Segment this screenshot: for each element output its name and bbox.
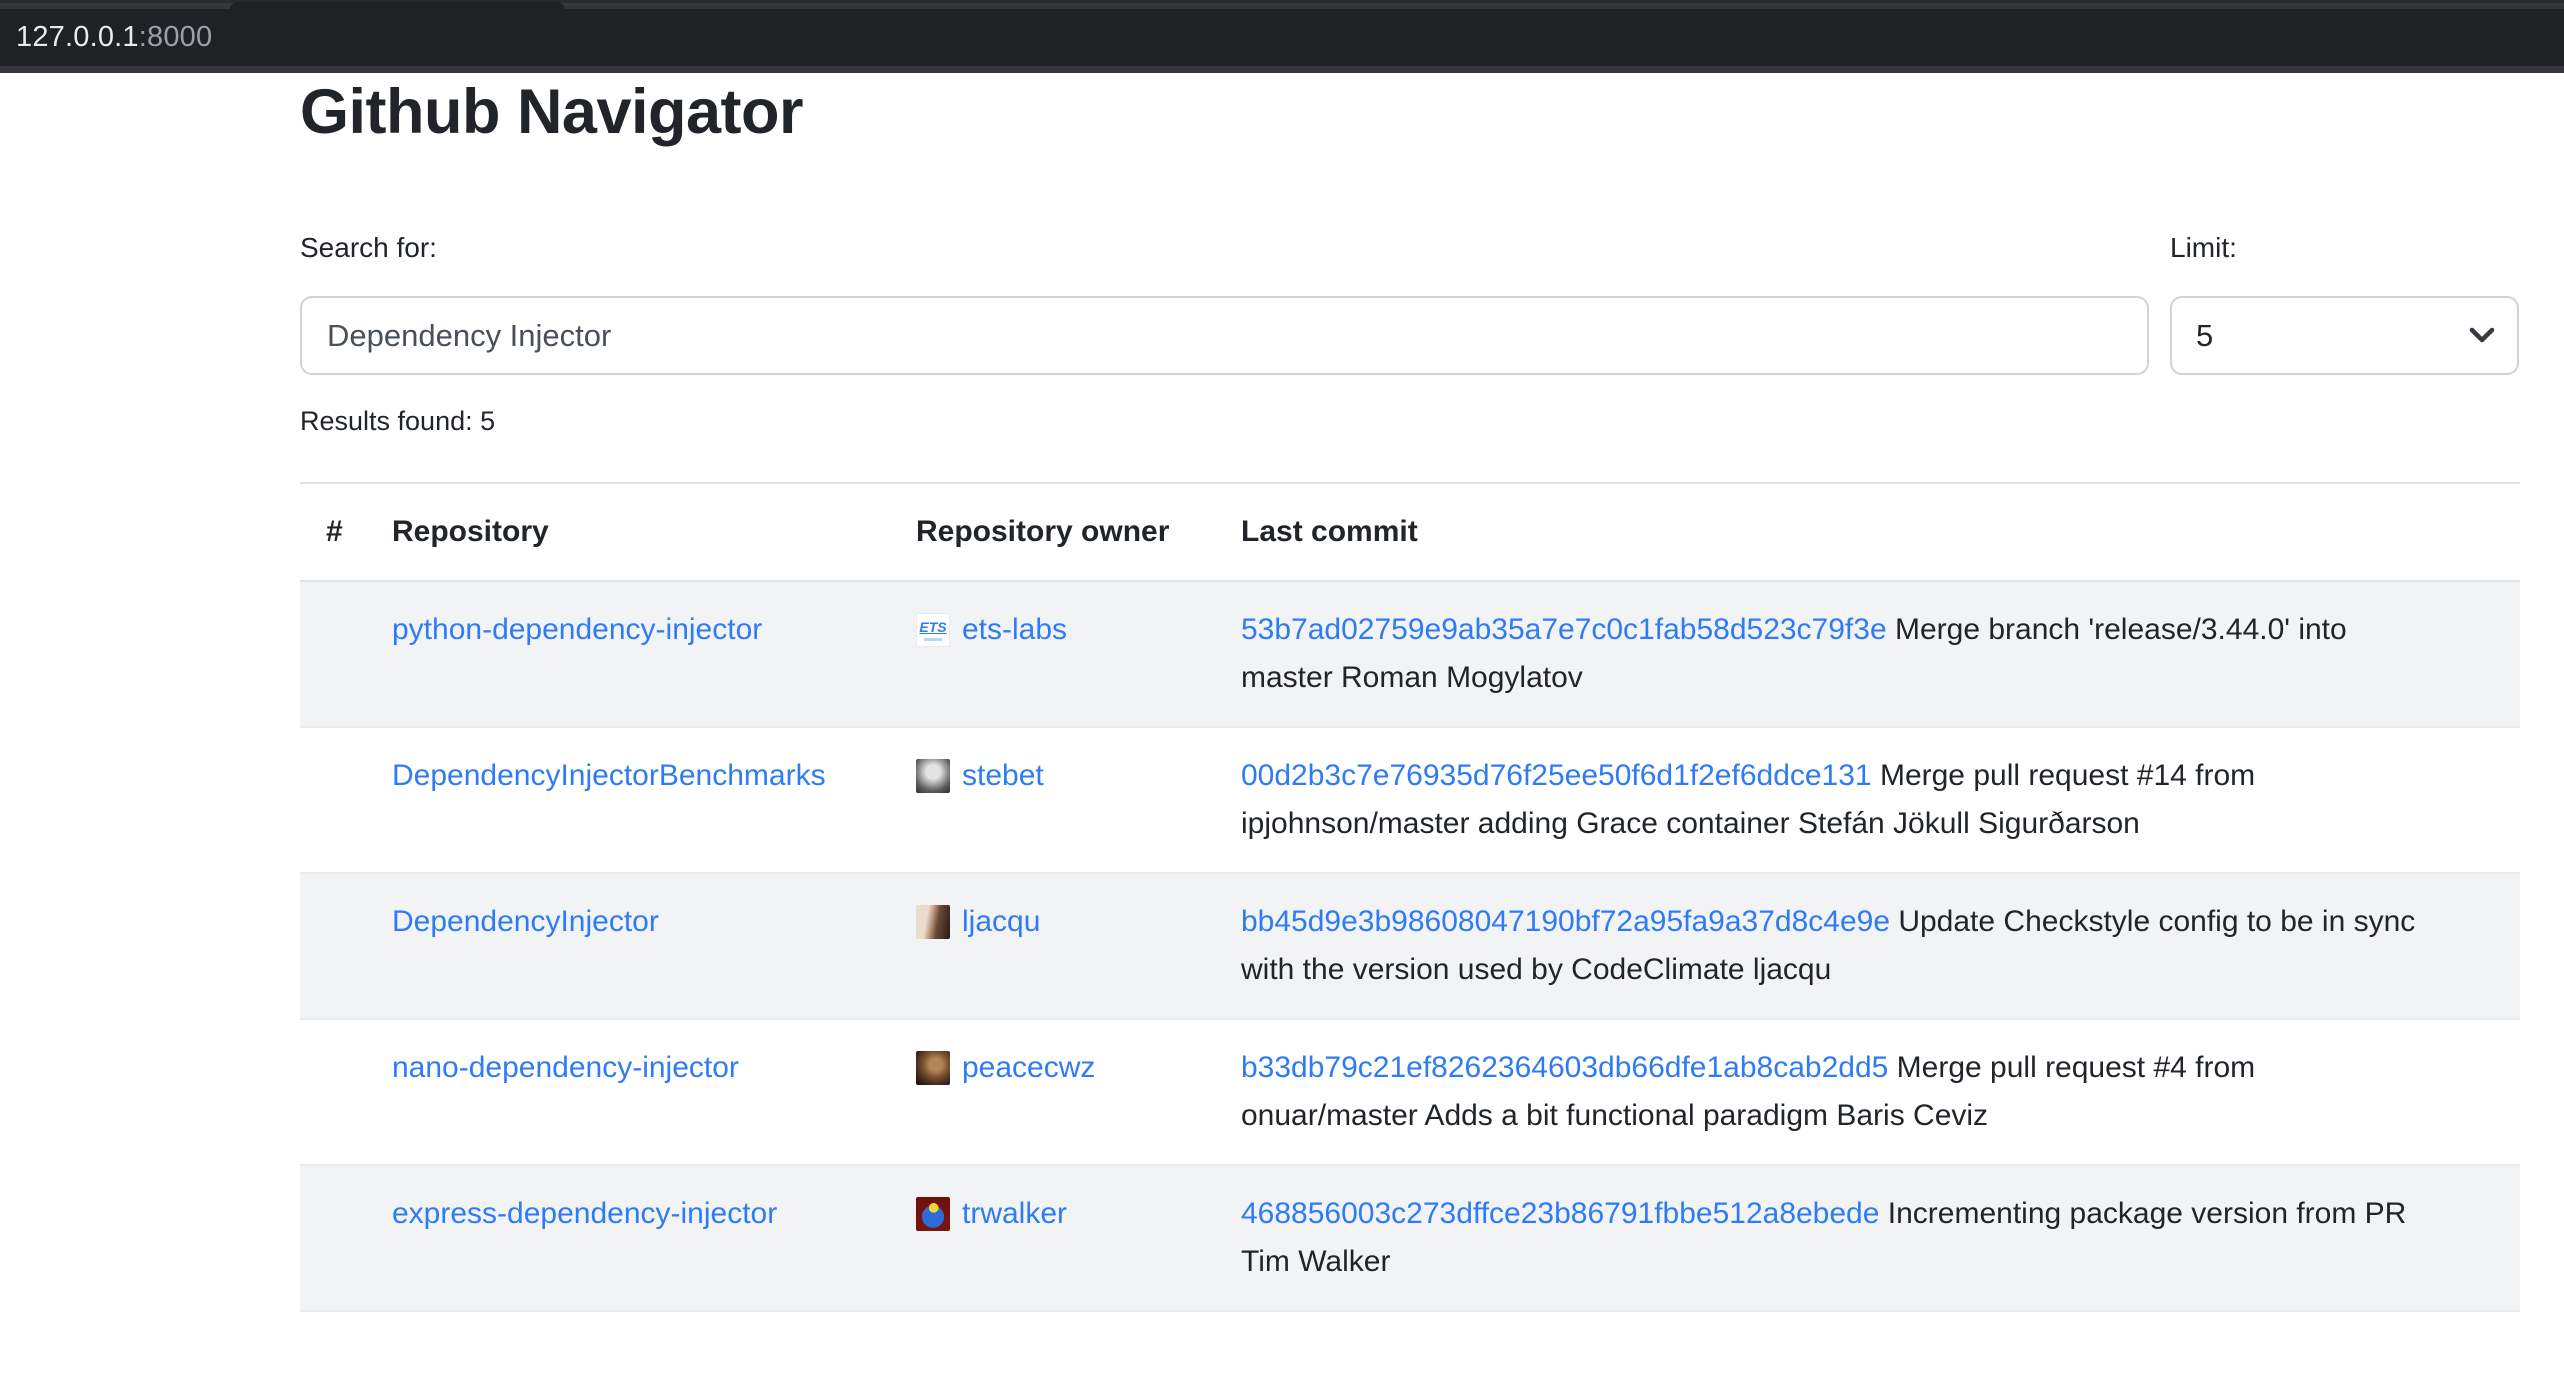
row-index-cell [300,728,392,872]
owner-avatar [916,759,950,793]
repository-link[interactable]: DependencyInjectorBenchmarks [392,759,826,792]
table-row: express-dependency-injector trwalker 468… [300,1166,2520,1312]
url-field[interactable]: 127.0.0.1:8000 [16,21,212,54]
results-table: # Repository Repository owner Last commi… [300,482,2520,1312]
commit-cell: 468856003c273dffce23b86791fbbe512a8ebede… [1241,1166,2520,1310]
repository-cell: python-dependency-injector [392,582,916,726]
owner-avatar [916,613,950,647]
commit-cell: 53b7ad02759e9ab35a7e7c0c1fab58d523c79f3e… [1241,582,2520,726]
table-body: python-dependency-injector ets-labs 53b7… [300,582,2520,1312]
row-index-cell [300,874,392,1018]
owner-cell: stebet [916,728,1241,872]
repository-link[interactable]: python-dependency-injector [392,613,762,646]
table-row: DependencyInjector ljacqu bb45d9e3b98608… [300,874,2520,1020]
col-header-index: # [300,515,392,549]
owner-avatar [916,1197,950,1231]
commit-hash-link[interactable]: b33db79c21ef8262364603db66dfe1ab8cab2dd5 [1241,1051,1888,1084]
browser-address-bar: 127.0.0.1:8000 [0,0,2564,73]
table-row: nano-dependency-injector peacecwz b33db7… [300,1020,2520,1166]
limit-select-wrap: 5 [2170,296,2519,375]
repository-link[interactable]: express-dependency-injector [392,1197,777,1230]
browser-tab-notch [230,2,565,10]
address-bar-bottom-edge [0,66,2564,73]
owner-cell: peacecwz [916,1020,1241,1164]
table-row: DependencyInjectorBenchmarks stebet 00d2… [300,728,2520,874]
repository-cell: express-dependency-injector [392,1166,916,1310]
owner-cell: trwalker [916,1166,1241,1310]
owner-link[interactable]: peacecwz [962,1044,1095,1092]
commit-cell: bb45d9e3b98608047190bf72a95fa9a37d8c4e9e… [1241,874,2520,1018]
owner-avatar [916,1051,950,1085]
page-title: Github Navigator [300,76,803,148]
owner-link[interactable]: stebet [962,752,1044,800]
commit-hash-link[interactable]: bb45d9e3b98608047190bf72a95fa9a37d8c4e9e [1241,905,1890,938]
search-label: Search for: [300,232,437,264]
repository-link[interactable]: nano-dependency-injector [392,1051,739,1084]
commit-hash-link[interactable]: 468856003c273dffce23b86791fbbe512a8ebede [1241,1197,1879,1230]
row-index-cell [300,582,392,726]
col-header-owner: Repository owner [916,515,1241,549]
row-index-cell [300,1020,392,1164]
limit-select[interactable]: 5 [2170,296,2519,375]
row-index-cell [300,1166,392,1310]
repository-cell: nano-dependency-injector [392,1020,916,1164]
table-row: python-dependency-injector ets-labs 53b7… [300,582,2520,728]
results-summary: Results found: 5 [300,406,495,437]
commit-cell: 00d2b3c7e76935d76f25ee50f6d1f2ef6ddce131… [1241,728,2520,872]
url-port: :8000 [139,21,213,53]
repository-cell: DependencyInjectorBenchmarks [392,728,916,872]
url-host: 127.0.0.1 [16,21,139,53]
owner-link[interactable]: ljacqu [962,898,1040,946]
col-header-repository: Repository [392,515,916,549]
owner-link[interactable]: trwalker [962,1190,1067,1238]
owner-avatar [916,905,950,939]
table-header-row: # Repository Repository owner Last commi… [300,482,2520,582]
limit-label: Limit: [2170,232,2237,264]
commit-cell: b33db79c21ef8262364603db66dfe1ab8cab2dd5… [1241,1020,2520,1164]
commit-hash-link[interactable]: 53b7ad02759e9ab35a7e7c0c1fab58d523c79f3e [1241,613,1887,646]
search-input[interactable] [300,296,2149,375]
owner-link[interactable]: ets-labs [962,606,1067,654]
browser-tab-strip [0,0,2564,9]
owner-cell: ljacqu [916,874,1241,1018]
commit-hash-link[interactable]: 00d2b3c7e76935d76f25ee50f6d1f2ef6ddce131 [1241,759,1872,792]
col-header-commit: Last commit [1241,515,2520,549]
repository-cell: DependencyInjector [392,874,916,1018]
owner-cell: ets-labs [916,582,1241,726]
repository-link[interactable]: DependencyInjector [392,905,659,938]
